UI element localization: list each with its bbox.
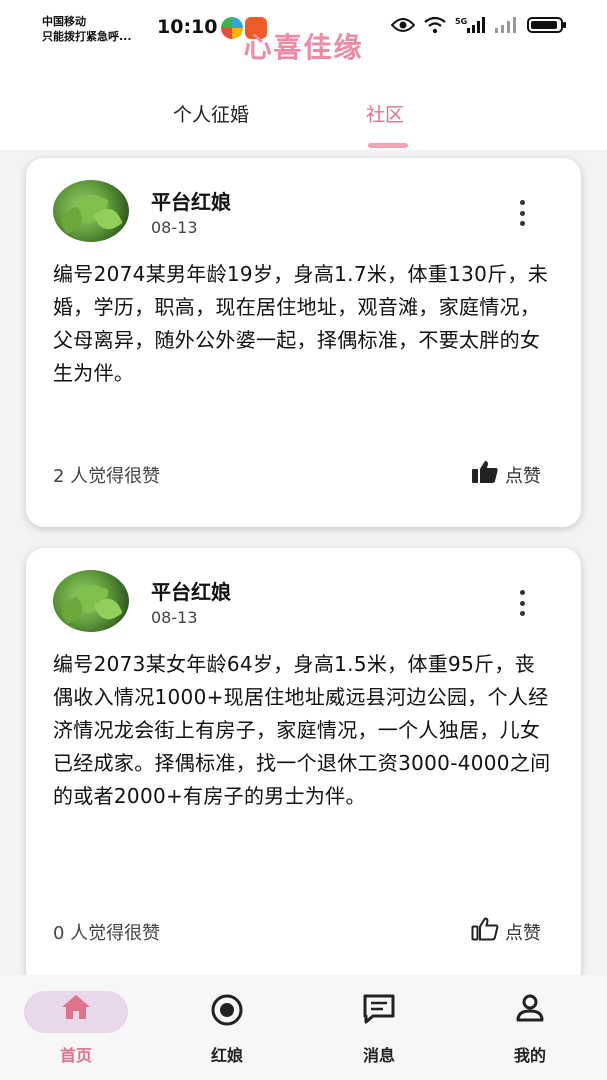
nav-mine-label: 我的: [513, 1046, 546, 1065]
svg-text:5G: 5G: [455, 17, 467, 26]
active-tab-indicator: [368, 143, 408, 148]
like-label: 点赞: [505, 922, 541, 944]
like-button[interactable]: 点赞: [471, 917, 541, 946]
thumbs-up-outline-icon: [471, 917, 499, 946]
post-content: 编号2074某男年龄19岁，身高1.7米，体重130斤，未婚，学历，职高，现在居…: [53, 262, 549, 385]
nav-messages-label: 消息: [362, 1046, 395, 1065]
user-icon: [515, 993, 545, 1027]
more-options-button[interactable]: [515, 200, 529, 226]
message-icon: [362, 993, 396, 1029]
tab-personal-marriage[interactable]: 个人征婚: [173, 100, 249, 127]
like-button[interactable]: 点赞: [471, 460, 541, 489]
post-content: 编号2073某女年龄64岁，身高1.5米，体重95斤，丧偶收入情况1000+现居…: [53, 652, 551, 808]
avatar[interactable]: [53, 570, 129, 632]
tab-bar: 个人征婚 社区: [0, 100, 607, 148]
post-date: 08-13: [151, 608, 198, 627]
post-card[interactable]: 平台红娘 08-13 编号2073某女年龄64岁，身高1.5米，体重95斤，丧偶…: [26, 548, 581, 988]
app-title: 心喜佳缘: [243, 31, 364, 64]
like-count: 0 人觉得很赞: [53, 923, 161, 944]
nav-matchmaker[interactable]: 红娘: [167, 975, 287, 1075]
thumbs-up-filled-icon: [471, 460, 499, 489]
target-icon: [210, 993, 244, 1031]
home-icon: [60, 993, 92, 1025]
nav-home-label: 首页: [59, 1046, 92, 1065]
bottom-navigation: 首页 红娘 消息 我的: [0, 975, 607, 1080]
post-author: 平台红娘: [151, 190, 231, 214]
post-author: 平台红娘: [151, 580, 231, 604]
like-label: 点赞: [505, 465, 541, 487]
nav-mine[interactable]: 我的: [470, 975, 590, 1075]
nav-home[interactable]: 首页: [16, 975, 136, 1075]
more-options-button[interactable]: [515, 590, 529, 616]
post-card[interactable]: 平台红娘 08-13 编号2074某男年龄19岁，身高1.7米，体重130斤，未…: [26, 158, 581, 527]
like-count: 2 人觉得很赞: [53, 466, 161, 487]
tab-community[interactable]: 社区: [366, 100, 404, 127]
post-date: 08-13: [151, 218, 198, 237]
avatar[interactable]: [53, 180, 129, 242]
nav-matchmaker-label: 红娘: [210, 1046, 243, 1065]
nav-messages[interactable]: 消息: [319, 975, 439, 1075]
